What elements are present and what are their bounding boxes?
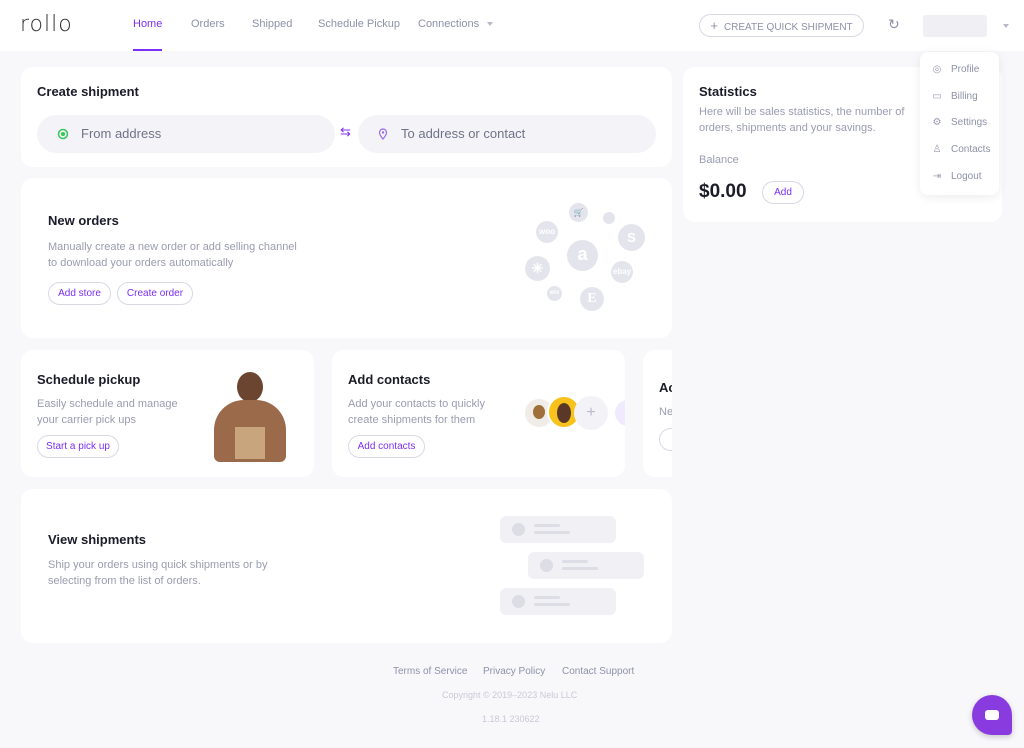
nav-schedule-pickup[interactable]: Schedule Pickup (318, 18, 400, 30)
person-icon: ♙ (932, 144, 942, 155)
start-pickup-button[interactable]: Start a pick up (37, 435, 119, 458)
menu-item-logout[interactable]: ⇥ Logout (931, 170, 982, 184)
card-description: Ship your orders using quick shipments o… (48, 559, 268, 587)
etsy-logo-icon: E (580, 287, 604, 311)
menu-item-settings[interactable]: ⚙ Settings (931, 116, 988, 130)
chevron-right-icon[interactable]: › (615, 400, 625, 426)
card-description: Add your contacts to quickly create ship… (348, 398, 485, 426)
shopify-logo-icon: S (618, 224, 645, 251)
menu-item-contacts[interactable]: ♙ Contacts (931, 143, 991, 157)
rollo-logo[interactable]: rollo (20, 12, 73, 37)
card-title: Statistics (699, 84, 757, 99)
balance-label: Balance (699, 154, 739, 166)
user-dropdown-menu: ◎ Profile ▭ Billing ⚙ Settings ♙ Contacts ⇥ L… (920, 52, 999, 195)
location-pin-icon (378, 128, 388, 140)
menu-item-label: Billing (951, 91, 978, 102)
new-orders-card: New orders Manually create a new order o… (21, 178, 672, 338)
amazon-logo-icon: a (567, 240, 598, 271)
courier-illustration (211, 372, 289, 462)
nav-connections-label: Connections (418, 18, 480, 30)
origin-dot-icon (57, 128, 69, 140)
card-description: Here will be sales statistics, the numbe… (699, 106, 905, 134)
add-balance-button[interactable]: Add (762, 181, 804, 204)
contact-support-link[interactable]: Contact Support (562, 666, 634, 677)
logout-icon: ⇥ (932, 171, 942, 182)
card-title: View shipments (48, 532, 147, 547)
plus-icon: + (710, 18, 718, 33)
schedule-pickup-card: Schedule pickup Easily schedule and mana… (21, 350, 314, 477)
from-address-placeholder: From address (81, 126, 162, 141)
privacy-policy-link[interactable]: Privacy Policy (483, 666, 545, 677)
card-title: Schedule pickup (37, 372, 141, 387)
chat-icon (985, 710, 999, 720)
menu-item-label: Logout (951, 171, 982, 182)
add-contacts-button[interactable]: Add contacts (348, 435, 425, 458)
small-logo-icon (603, 212, 615, 224)
quick-shipment-label: CREATE QUICK SHIPMENT (723, 22, 853, 33)
wix-logo-icon: wix (547, 286, 562, 301)
woocommerce-logo-icon: woo (536, 221, 558, 243)
nav-shipped[interactable]: Shipped (252, 18, 292, 30)
cart-logo-icon: 🛒 (569, 203, 588, 222)
user-circle-icon: ◎ (932, 64, 942, 75)
card-title: Ac (659, 380, 672, 395)
menu-item-label: Contacts (951, 144, 991, 155)
version-text: 1.18.1 230622 (482, 714, 540, 724)
balance-value: $0.00 (699, 181, 747, 202)
from-address-input[interactable]: From address (37, 115, 335, 153)
chevron-down-icon (487, 22, 494, 27)
to-address-placeholder: To address or contact (401, 126, 526, 141)
card-description: Ne (659, 406, 672, 418)
shipment-preview-row (528, 552, 644, 579)
menu-item-profile[interactable]: ◎ Profile (931, 63, 980, 77)
tag-icon: ▭ (932, 91, 942, 102)
add-contacts-card: Add contacts Add your contacts to quickl… (332, 350, 625, 477)
add-contact-plus-icon[interactable]: + (574, 396, 608, 430)
create-quick-shipment-button[interactable]: + CREATE QUICK SHIPMENT (699, 14, 864, 37)
card-description: Manually create a new order or add selli… (48, 241, 297, 269)
partial-card-button[interactable] (659, 428, 672, 451)
shipment-preview-row (500, 516, 616, 543)
card-description: Easily schedule and manage your carrier … (37, 398, 178, 426)
terms-of-service-link[interactable]: Terms of Service (393, 666, 467, 677)
menu-item-label: Settings (951, 117, 988, 128)
copyright-text: Copyright © 2019–2023 Nelu LLC (442, 690, 578, 700)
gear-icon: ⚙ (932, 117, 942, 128)
chevron-down-icon[interactable] (1003, 24, 1009, 28)
chat-button[interactable] (972, 695, 1012, 735)
user-account-button[interactable] (923, 15, 987, 37)
card-title: Create shipment (37, 84, 139, 99)
card-title: Add contacts (348, 372, 431, 387)
swap-icon[interactable]: ⇆ (340, 124, 351, 140)
create-shipment-card: Create shipment From address ⇆ To addres… (21, 67, 672, 167)
top-nav: rollo Home Orders Shipped Schedule Picku… (0, 0, 1024, 51)
ebay-logo-icon: ebay (611, 261, 633, 283)
menu-item-billing[interactable]: ▭ Billing (931, 90, 978, 104)
nav-home[interactable]: Home (133, 18, 163, 51)
nav-connections[interactable]: Connections (418, 18, 494, 30)
view-shipments-card: View shipments Ship your orders using qu… (21, 489, 672, 643)
add-store-button[interactable]: Add store (48, 282, 111, 305)
nav-orders[interactable]: Orders (191, 18, 225, 30)
to-address-input[interactable]: To address or contact (358, 115, 656, 153)
create-order-button[interactable]: Create order (117, 282, 193, 305)
card-title: New orders (48, 213, 119, 228)
refresh-icon[interactable]: ↻ (888, 16, 900, 33)
shipment-preview-row (500, 588, 616, 615)
partial-card: Ac Ne (643, 350, 672, 477)
menu-item-label: Profile (951, 64, 980, 75)
walmart-logo-icon: ✳ (525, 256, 550, 281)
